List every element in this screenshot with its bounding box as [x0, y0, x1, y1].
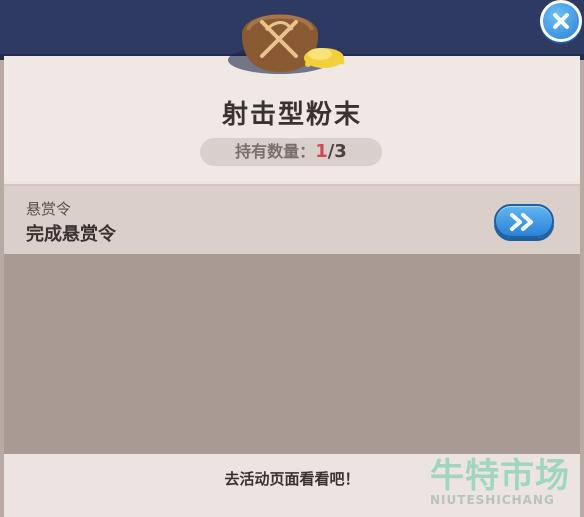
count-current: 1: [315, 141, 328, 162]
go-to-source-button[interactable]: [494, 204, 554, 238]
count-total: 3: [334, 141, 347, 162]
item-title: 射击型粉末: [221, 100, 362, 130]
source-value: 完成悬赏令: [26, 224, 116, 245]
double-chevron-right-icon: [510, 213, 533, 231]
close-icon: [553, 13, 569, 29]
close-button[interactable]: [540, 0, 582, 42]
item-count-pill: 持有数量：1/3: [200, 138, 382, 166]
watermark-main: 牛特市场: [430, 456, 570, 496]
item-detail-screen: 射击型粉末 持有数量：1/3 悬赏令 完成悬赏令 去活动页面看看吧！ 牛特市场 …: [0, 0, 584, 517]
count-label: 持有数量：: [235, 142, 316, 161]
watermark: 牛特市场 NIUTESHICHANG: [430, 448, 580, 507]
source-label: 悬赏令: [26, 200, 72, 218]
source-row: 悬赏令 完成悬赏令: [4, 184, 580, 256]
bow-powder-bag-icon: [228, 14, 345, 74]
content-area: [4, 254, 580, 454]
